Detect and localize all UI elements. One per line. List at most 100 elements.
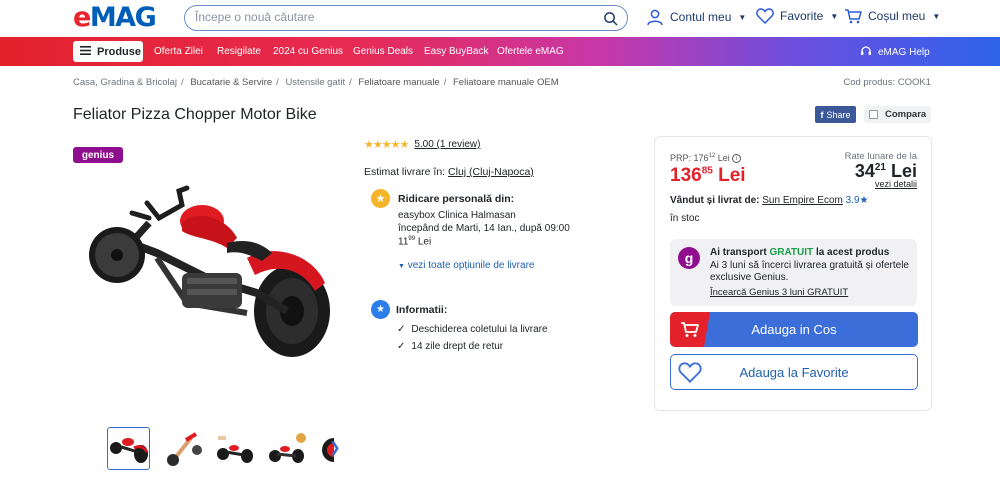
info-icon[interactable]: i [732, 154, 742, 164]
prp-currency: Lei [717, 153, 730, 163]
seller-rating: 3.9 [845, 195, 860, 206]
seller-info: Vândut și livrat de: Sun Empire Ecom 3.9… [670, 195, 869, 206]
seller-prefix: Vândut și livrat de: [670, 195, 760, 206]
add-to-favorites-button[interactable]: Adauga la Favorite [670, 354, 918, 390]
share-button[interactable]: f Share [815, 106, 856, 123]
account-label: Contul meu [670, 10, 732, 24]
product-price: 13685 Lei [670, 165, 746, 187]
star-icon: ★ [859, 195, 869, 206]
seller-name-link[interactable]: Sun Empire Ecom [762, 195, 843, 206]
delivery-location-link[interactable]: Cluj (Cluj-Napoca) [448, 166, 534, 178]
genius-title-free: GRATUIT [769, 247, 814, 258]
product-code: Cod produs: COOK1 [843, 77, 931, 88]
genius-promo-desc: Ai 3 luni să încerci livrarea gratuită ș… [710, 260, 909, 283]
chevron-down-icon: ▼ [398, 263, 405, 270]
thumbnail[interactable] [107, 427, 150, 470]
product-rating[interactable]: ★★★★★ 5.00 (1 review) [364, 138, 480, 151]
buy-box: PRP: 17612 Lei i 13685 Lei Rate lunare d… [654, 136, 932, 411]
products-menu-button[interactable]: Produse [73, 41, 143, 62]
genius-title-c: la acest produs [815, 247, 890, 258]
breadcrumb-item[interactable]: Feliatoare manuale OEM [453, 77, 559, 88]
info-title: Informatii: [396, 304, 448, 316]
add-to-cart-button[interactable]: Adauga in Cos [670, 312, 918, 347]
rating-text[interactable]: 5.00 (1 review) [414, 139, 480, 150]
delivery-estimate-label: Estimat livrare în: [364, 166, 446, 178]
genius-badge: genius [73, 147, 123, 163]
compare-button[interactable]: Compara [864, 106, 931, 123]
check-icon: ✓ [397, 324, 406, 335]
installments-details-link[interactable]: vezi detalii [875, 179, 917, 189]
nav-item-resigilate[interactable]: Resigilate [217, 46, 261, 57]
heart-icon [756, 8, 774, 24]
emag-logo[interactable]: eMAG [73, 4, 157, 32]
breadcrumb-item[interactable]: Feliatoare manuale [358, 77, 439, 88]
share-label: Share [826, 109, 851, 120]
delivery-location: Estimat livrare în: Cluj (Cluj-Napoca) [364, 166, 534, 178]
account-menu[interactable]: Contul meu ▼ [646, 8, 746, 26]
pickup-currency: Lei [417, 236, 432, 248]
genius-promo-title: Ai transport GRATUIT la acest produs [710, 247, 889, 258]
chevron-right-icon[interactable]: ❯ [329, 439, 341, 456]
genius-trial-link[interactable]: Încearcă Genius 3 luni GRATUIT [710, 287, 848, 298]
price-int: 136 [670, 165, 702, 186]
prp-label: PRP: [670, 153, 692, 163]
top-header: eMAG Contul meu ▼ Favorite ▼ Coșul meu ▼ [0, 0, 1000, 37]
breadcrumb-item[interactable]: Bucatarie & Servire [190, 77, 272, 88]
thumbnail[interactable] [266, 427, 309, 470]
pickup-price: 1199 Lei [398, 236, 431, 247]
thumbnail[interactable] [213, 427, 256, 470]
nav-item-genius-2024[interactable]: 2024 cu Genius [273, 46, 343, 57]
all-delivery-options-label: vezi toate opțiunile de livrare [407, 260, 535, 271]
breadcrumb: Casa, Gradina & Bricolaj / Bucatarie & Se… [73, 77, 559, 88]
nav-item-ofertele-emag[interactable]: Ofertele eMAG [497, 46, 564, 57]
rate-currency: Lei [890, 161, 917, 181]
hamburger-icon [80, 45, 91, 58]
rating-stars: ★★★★★ [364, 139, 409, 151]
pickup-place: easybox Clinica Halmasan [398, 210, 516, 221]
add-to-cart-label: Adauga in Cos [751, 322, 837, 337]
recommended-price: PRP: 17612 Lei i [670, 153, 742, 164]
prp-dec: 12 [708, 153, 716, 159]
facebook-icon: f [820, 109, 824, 120]
thumbnail[interactable] [160, 427, 203, 470]
main-nav: Produse Oferta Zilei Resigilate 2024 cu … [0, 37, 1000, 66]
cart-icon [844, 8, 862, 24]
add-to-favorites-label: Adauga la Favorite [739, 365, 849, 380]
help-label: eMAG Help [878, 47, 930, 58]
search-input[interactable] [195, 10, 595, 24]
search-bar[interactable] [184, 5, 628, 31]
search-icon[interactable] [603, 11, 618, 31]
all-delivery-options-link[interactable]: ▼ vezi toate opțiunile de livrare [398, 260, 534, 271]
shield-star-icon: ★ [371, 300, 390, 319]
prp-int: 176 [693, 153, 709, 163]
stock-status: în stoc [670, 213, 700, 224]
nav-item-genius-deals[interactable]: Genius Deals [353, 46, 413, 57]
genius-promo: g Ai transport GRATUIT la acest produs A… [670, 239, 917, 306]
help-link[interactable]: eMAG Help [860, 45, 930, 60]
chevron-down-icon: ▼ [830, 11, 839, 21]
genius-title-a: Ai transport [710, 247, 767, 258]
thumbnail-strip [107, 427, 335, 470]
info-item-label: Deschiderea coletului la livrare [411, 324, 548, 335]
cart-menu[interactable]: Coșul meu ▼ [844, 8, 940, 24]
star-badge-icon: ★ [371, 189, 390, 208]
rate-dec: 21 [874, 162, 886, 173]
genius-logo-icon: g [678, 247, 700, 269]
nav-item-easy-buyback[interactable]: Easy BuyBack [424, 46, 488, 57]
rate-int: 34 [854, 161, 875, 181]
breadcrumb-item[interactable]: Ustensile gatit [285, 77, 345, 88]
info-item-label: 14 zile drept de retur [411, 341, 504, 352]
price-dec: 85 [701, 165, 713, 177]
pickup-price-dec: 99 [408, 236, 416, 242]
product-title: Feliator Pizza Chopper Motor Bike [73, 106, 317, 123]
chevron-down-icon: ▼ [738, 12, 747, 22]
compare-checkbox[interactable] [869, 110, 878, 119]
breadcrumb-item[interactable]: Casa, Gradina & Bricolaj [73, 77, 177, 88]
favorites-menu[interactable]: Favorite ▼ [756, 8, 838, 24]
pickup-when: începând de Marti, 14 Ian., după 09:00 [398, 223, 570, 234]
nav-item-oferta-zilei[interactable]: Oferta Zilei [154, 46, 203, 57]
product-main-image[interactable] [87, 183, 337, 363]
chevron-down-icon: ▼ [932, 11, 941, 21]
user-icon [646, 8, 664, 26]
headset-icon [860, 45, 872, 60]
